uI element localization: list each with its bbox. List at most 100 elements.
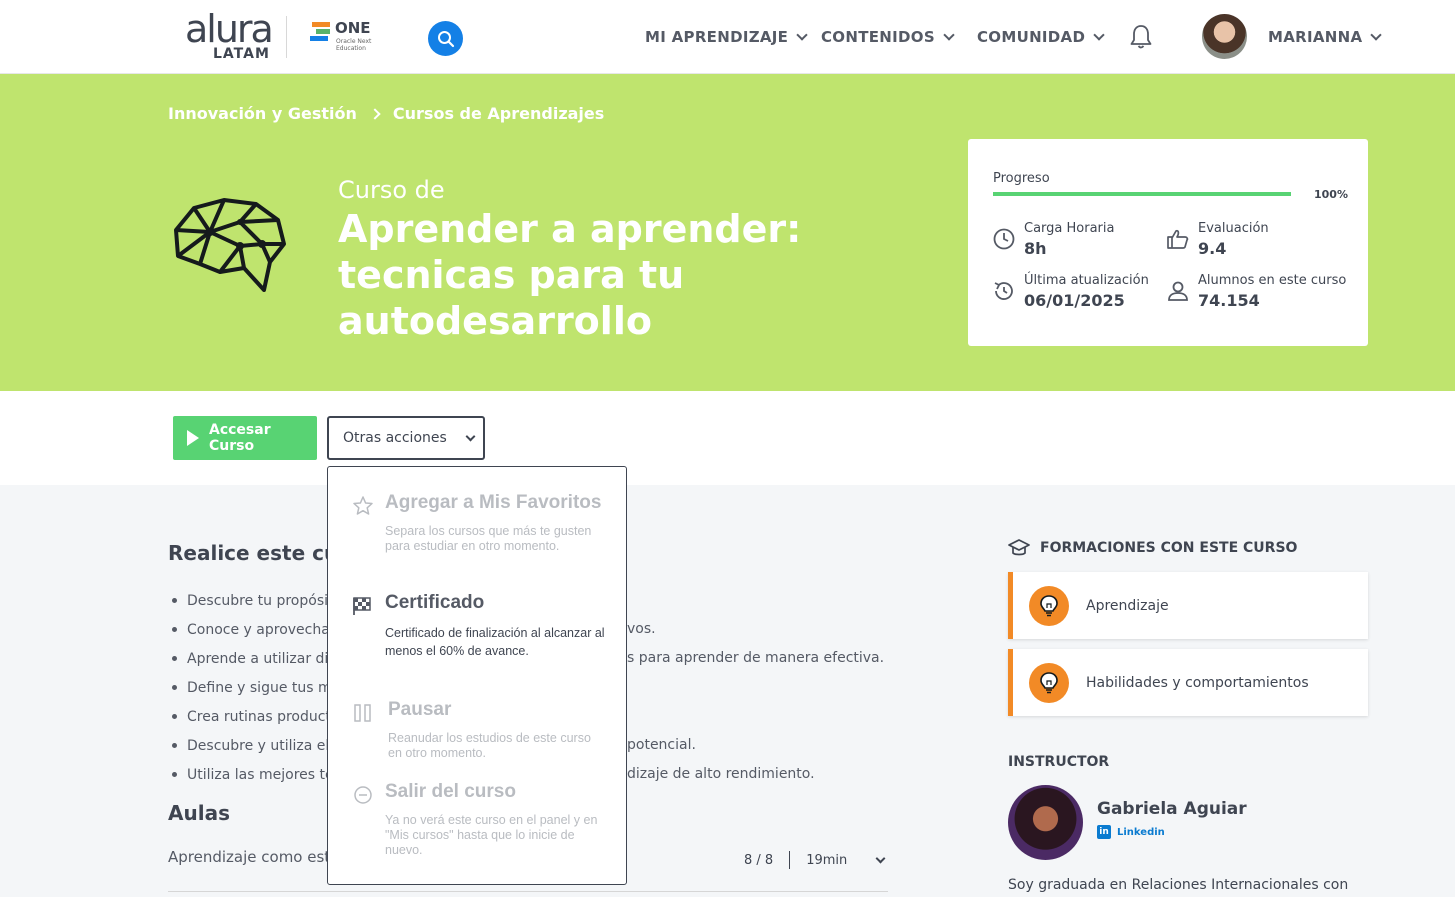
clock-icon <box>993 228 1015 250</box>
one-logo: ONE Oracle Next Education <box>310 19 380 54</box>
formation-label: Aprendizaje <box>1086 597 1169 614</box>
course-pretitle: Curso de <box>338 176 445 204</box>
chevron-right-icon <box>369 107 381 120</box>
formation-card[interactable]: Aprendizaje <box>1008 572 1368 639</box>
history-icon <box>994 282 1013 300</box>
pause-desc: Reanudar los estudios de este curso en o… <box>388 731 591 760</box>
goal-tails: vos. s para aprender de manera efectiva.… <box>627 586 884 789</box>
formation-label: Habilidades y comportamientos <box>1086 674 1309 691</box>
person-icon <box>1168 281 1188 301</box>
chevron-down-icon <box>1093 29 1105 41</box>
progress-fill <box>993 192 1291 196</box>
one-logo-text: ONE <box>335 19 371 37</box>
goal-item: Aprende a utilizar dife <box>172 644 343 673</box>
lesson-name: Aprendizaje como est <box>168 848 331 866</box>
students-value: 74.154 <box>1198 291 1260 310</box>
goal-text: Crea rutinas productiv <box>187 708 344 725</box>
course-stats-card: Progreso 100% Carga Horaria 8h Evaluació… <box>968 139 1368 346</box>
instructor-photo <box>1008 785 1083 860</box>
goal-item: Descubre tu propósit <box>172 586 343 615</box>
linkedin-icon: in <box>1097 825 1111 839</box>
brain-icon <box>174 198 286 292</box>
goal-tail: vos. <box>627 621 656 637</box>
workload-label: Carga Horaria <box>1024 221 1115 236</box>
bell-icon[interactable] <box>1129 24 1153 50</box>
progress-label: Progreso <box>993 171 1050 186</box>
updated-label: Última atualización <box>1024 273 1149 288</box>
chevron-down-icon <box>465 431 476 441</box>
minus-circle-icon <box>354 786 372 804</box>
play-icon <box>187 430 199 446</box>
graduation-cap-icon <box>1008 539 1030 556</box>
goal-text: Descubre tu propósit <box>187 592 334 609</box>
goals-list: Descubre tu propósit Conoce y aprovecha … <box>172 586 343 789</box>
other-actions-dropdown: Agregar a Mis Favoritos Separa los curso… <box>327 466 627 885</box>
breadcrumb-subcategory[interactable]: Cursos de Aprendizajes <box>393 104 604 123</box>
user-name: MARIANNA <box>1268 28 1363 46</box>
leave-desc: Ya no verá este curso en el panel y en "… <box>385 813 598 857</box>
rating-value: 9.4 <box>1198 239 1227 258</box>
logo-text: alura <box>185 7 274 51</box>
breadcrumb-category[interactable]: Innovación y Gestión <box>168 104 357 123</box>
access-course-label: Accesar Curso <box>209 422 271 454</box>
nav-contenidos[interactable]: CONTENIDOS <box>821 28 955 46</box>
progress-bar <box>993 192 1291 196</box>
formations-title: FORMACIONES CON ESTE CURSO <box>1040 540 1298 556</box>
nav-mi-aprendizaje[interactable]: MI APRENDIZAJE <box>645 28 808 46</box>
course-title: Aprender a aprender: tecnicas para tu au… <box>338 207 802 343</box>
rating-label: Evaluación <box>1198 221 1269 236</box>
updated-value: 06/01/2025 <box>1024 291 1125 310</box>
search-icon <box>437 30 454 47</box>
nav-label: CONTENIDOS <box>821 28 935 46</box>
goal-text: Descubre y utiliza el p <box>187 737 343 754</box>
goal-text: Utiliza las mejores téc <box>187 766 342 783</box>
lightbulb-icon <box>1029 662 1069 703</box>
nav-comunidad[interactable]: COMUNIDAD <box>977 28 1105 46</box>
workload-value: 8h <box>1024 239 1047 258</box>
goal-tail: dizaje de alto rendimiento. <box>627 766 815 782</box>
students-label: Alumnos en este curso <box>1198 273 1347 288</box>
chevron-down-icon[interactable] <box>875 853 886 863</box>
chevron-down-icon <box>796 29 808 41</box>
goal-item: Define y sigue tus me <box>172 673 343 702</box>
nav-label: COMUNIDAD <box>977 28 1086 46</box>
goal-text: Conoce y aprovecha t <box>187 621 340 638</box>
alura-logo[interactable]: alura LATAM <box>185 10 275 62</box>
goal-item: Utiliza las mejores téc <box>172 760 343 789</box>
favorite-desc: Separa los cursos que más te gusten para… <box>385 524 592 553</box>
goal-tail: potencial. <box>627 737 696 753</box>
user-avatar[interactable] <box>1202 14 1247 59</box>
goal-tail <box>627 702 884 731</box>
logo-subtext: LATAM <box>213 46 270 62</box>
course-hero: Innovación y Gestión Cursos de Aprendiza… <box>0 74 1455 391</box>
course-action-bar: Accesar Curso Otras acciones <box>0 391 1455 485</box>
goal-tail <box>627 673 884 702</box>
progress-percent: 100% <box>1314 188 1348 201</box>
thumbs-up-icon <box>1167 229 1189 249</box>
top-navbar: alura LATAM ONE Oracle Next Education MI… <box>0 0 1455 74</box>
search-button[interactable] <box>428 21 463 56</box>
goal-tail: s para aprender de manera efectiva. <box>627 650 885 666</box>
checkered-flag-icon <box>353 597 371 615</box>
access-course-button[interactable]: Accesar Curso <box>173 416 317 460</box>
chevron-down-icon <box>1370 29 1383 41</box>
breadcrumb: Innovación y Gestión Cursos de Aprendiza… <box>168 104 604 123</box>
lesson-meta: 8 / 8 19min <box>744 851 886 869</box>
formation-card[interactable]: Habilidades y comportamientos <box>1008 649 1368 716</box>
other-actions-button[interactable]: Otras acciones <box>327 416 485 460</box>
lightbulb-icon <box>1029 585 1069 626</box>
goal-text: Define y sigue tus me <box>187 679 341 696</box>
goal-text: Aprende a utilizar dife <box>187 650 342 667</box>
favorite-title: Agregar a Mis Favoritos <box>385 492 602 513</box>
divider <box>789 851 791 869</box>
one-logo-icon <box>310 22 330 42</box>
lesson-duration: 19min <box>806 852 848 868</box>
certificate-desc: Certificado de finalización al alcanzar … <box>385 626 605 658</box>
goal-tail <box>627 586 884 615</box>
goal-item: Crea rutinas productiv <box>172 702 343 731</box>
other-actions-label: Otras acciones <box>343 430 447 446</box>
one-logo-subtext: Oracle Next Education <box>336 38 372 52</box>
linkedin-link[interactable]: in Linkedin <box>1097 825 1165 839</box>
logo-divider <box>286 16 287 58</box>
user-menu[interactable]: MARIANNA <box>1268 28 1383 46</box>
